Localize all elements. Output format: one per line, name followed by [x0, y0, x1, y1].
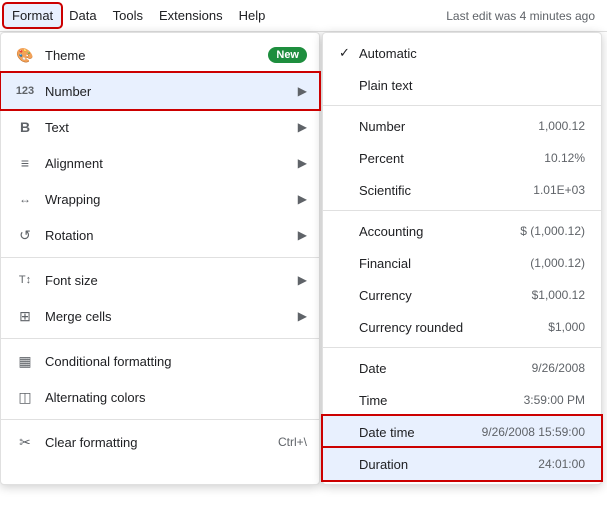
theme-icon: 🎨	[13, 47, 37, 64]
divider-3	[1, 419, 319, 420]
format-menu: 🎨 Theme New 123 Number ▶ B Text ▶ ≡ Alig…	[0, 32, 320, 485]
submenu-currency[interactable]: Currency $1,000.12	[323, 279, 601, 311]
dropdown-container: 🎨 Theme New 123 Number ▶ B Text ▶ ≡ Alig…	[0, 32, 602, 485]
rotation-icon: ↺	[13, 227, 37, 244]
menu-item-alignment[interactable]: ≡ Alignment ▶	[1, 145, 319, 181]
number-icon: 123	[13, 85, 37, 97]
menubar-data[interactable]: Data	[61, 4, 104, 27]
submenu-date[interactable]: Date 9/26/2008	[323, 352, 601, 384]
merge-cells-arrow-icon: ▶	[298, 309, 307, 323]
menubar-help[interactable]: Help	[231, 4, 274, 27]
menubar-tools[interactable]: Tools	[105, 4, 151, 27]
merge-cells-icon: ⊞	[13, 308, 37, 325]
divider-2	[1, 338, 319, 339]
text-arrow-icon: ▶	[298, 120, 307, 134]
submenu-plain-text[interactable]: Plain text	[323, 69, 601, 101]
menubar: Format Data Tools Extensions Help Last e…	[0, 0, 607, 32]
alignment-arrow-icon: ▶	[298, 156, 307, 170]
menu-item-clear[interactable]: ✂ Clear formatting Ctrl+\	[1, 424, 319, 460]
alignment-icon: ≡	[13, 155, 37, 171]
conditional-icon: ▦	[13, 353, 37, 370]
menu-item-font-size[interactable]: T↕ Font size ▶	[1, 262, 319, 298]
automatic-check-icon: ✓	[339, 45, 359, 61]
submenu-number[interactable]: Number 1,000.12	[323, 110, 601, 142]
wrapping-icon: ↔	[13, 192, 37, 206]
submenu-time[interactable]: Time 3:59:00 PM	[323, 384, 601, 416]
submenu-date-time[interactable]: Date time 9/26/2008 15:59:00	[323, 416, 601, 448]
number-arrow-icon: ▶	[298, 84, 307, 98]
submenu-financial[interactable]: Financial (1,000.12)	[323, 247, 601, 279]
submenu-currency-rounded[interactable]: Currency rounded $1,000	[323, 311, 601, 343]
submenu-percent[interactable]: Percent 10.12%	[323, 142, 601, 174]
menu-item-merge-cells[interactable]: ⊞ Merge cells ▶	[1, 298, 319, 334]
wrapping-arrow-icon: ▶	[298, 192, 307, 206]
sub-divider-1	[323, 105, 601, 106]
sub-divider-2	[323, 210, 601, 211]
rotation-arrow-icon: ▶	[298, 228, 307, 242]
submenu-scientific[interactable]: Scientific 1.01E+03	[323, 174, 601, 206]
sub-divider-3	[323, 347, 601, 348]
last-edit-text: Last edit was 4 minutes ago	[446, 9, 603, 23]
number-submenu: ✓ Automatic Plain text Number 1,000.12 P…	[322, 32, 602, 485]
menubar-format[interactable]: Format	[4, 4, 61, 27]
divider-1	[1, 257, 319, 258]
submenu-automatic[interactable]: ✓ Automatic	[323, 37, 601, 69]
clear-icon: ✂	[13, 434, 37, 451]
menu-item-theme[interactable]: 🎨 Theme New	[1, 37, 319, 73]
menu-item-alternating[interactable]: ◫ Alternating colors	[1, 379, 319, 415]
menu-item-rotation[interactable]: ↺ Rotation ▶	[1, 217, 319, 253]
submenu-accounting[interactable]: Accounting $ (1,000.12)	[323, 215, 601, 247]
submenu-duration[interactable]: Duration 24:01:00	[323, 448, 601, 480]
menu-item-wrapping[interactable]: ↔ Wrapping ▶	[1, 181, 319, 217]
font-size-arrow-icon: ▶	[298, 273, 307, 287]
font-size-icon: T↕	[13, 274, 37, 286]
alternating-icon: ◫	[13, 389, 37, 406]
menu-item-conditional[interactable]: ▦ Conditional formatting	[1, 343, 319, 379]
menu-item-number[interactable]: 123 Number ▶	[1, 73, 319, 109]
menubar-extensions[interactable]: Extensions	[151, 4, 231, 27]
menu-item-text[interactable]: B Text ▶	[1, 109, 319, 145]
text-icon: B	[13, 119, 37, 135]
